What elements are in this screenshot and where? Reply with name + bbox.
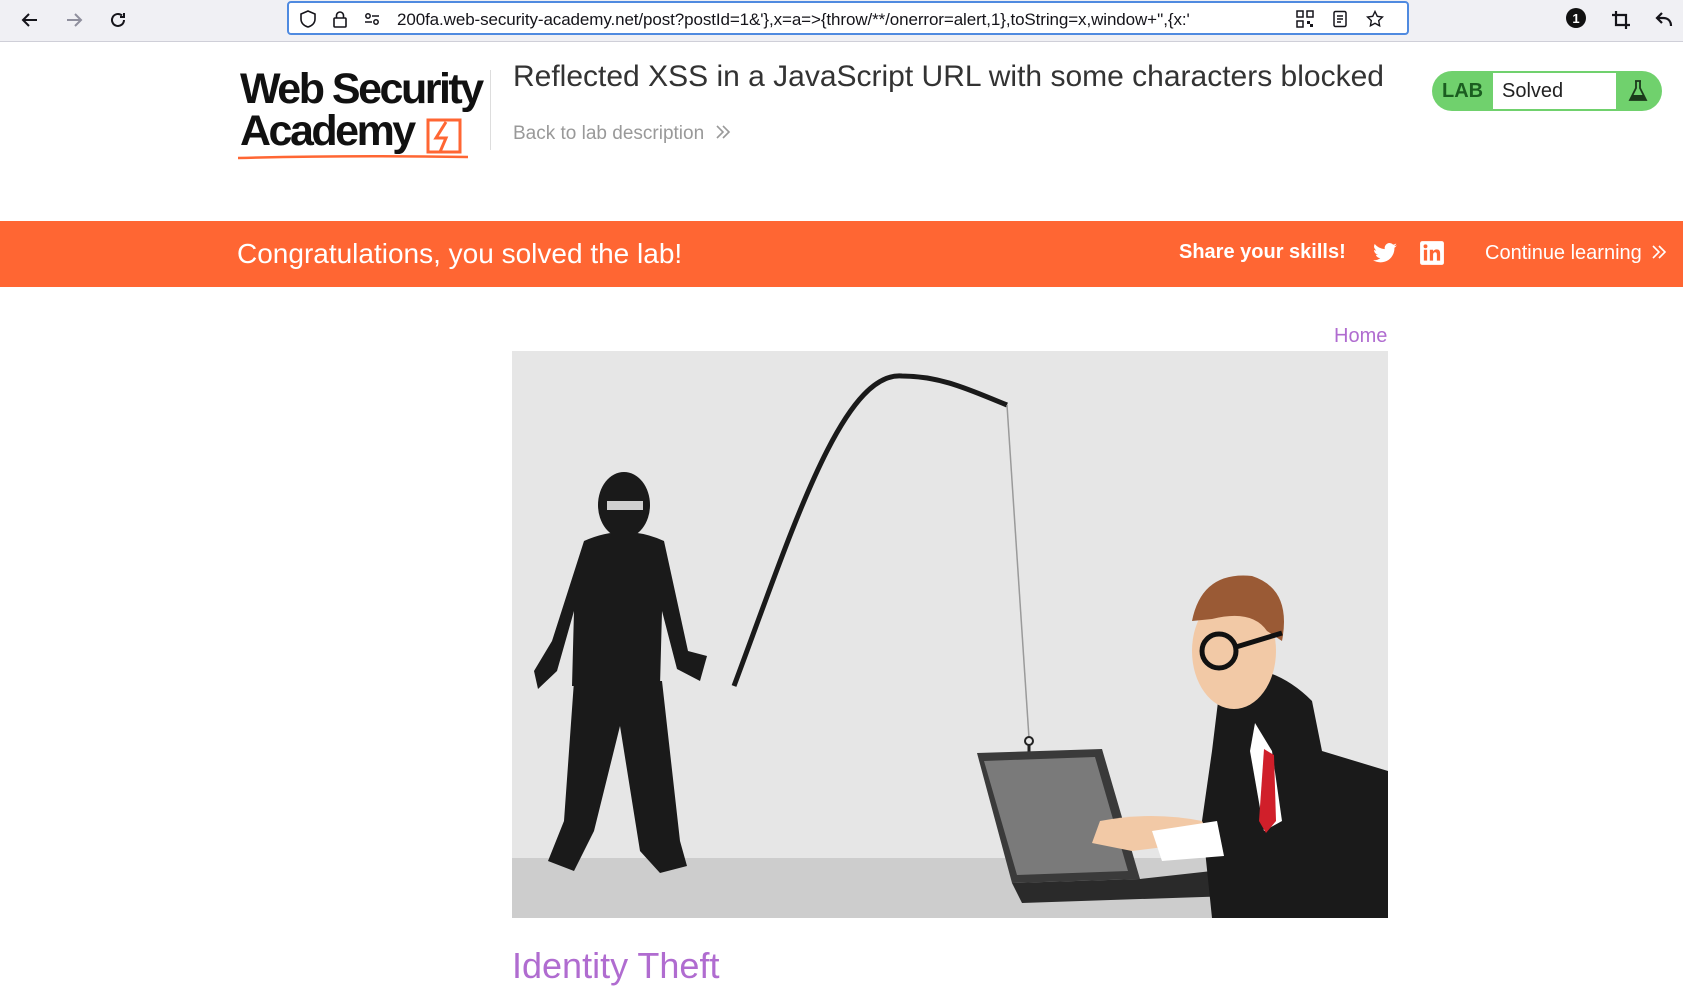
reader-view-icon[interactable] bbox=[1331, 10, 1349, 28]
linkedin-icon[interactable] bbox=[1419, 240, 1445, 266]
phishing-illustration bbox=[512, 351, 1388, 918]
arrow-right-icon bbox=[67, 13, 83, 27]
status-box: Solved bbox=[1493, 73, 1616, 109]
lab-title: Reflected XSS in a JavaScript URL with s… bbox=[513, 60, 1384, 93]
back-button[interactable] bbox=[14, 4, 46, 36]
undo-arrow-icon bbox=[1655, 12, 1673, 27]
back-to-lab-description-link[interactable]: Back to lab description bbox=[513, 123, 731, 145]
forward-button[interactable] bbox=[58, 4, 90, 36]
extension-badge-icon[interactable]: 1 bbox=[1566, 8, 1586, 28]
lock-icon[interactable] bbox=[331, 10, 349, 28]
solved-banner: Congratulations, you solved the lab! Sha… bbox=[0, 221, 1683, 287]
continue-learning-label: Continue learning bbox=[1485, 242, 1642, 264]
reload-button[interactable] bbox=[102, 4, 134, 36]
lab-tag: LAB bbox=[1442, 80, 1484, 102]
url-text[interactable]: 200fa.web-security-academy.net/post?post… bbox=[397, 10, 1190, 30]
qr-code-icon[interactable] bbox=[1296, 10, 1314, 28]
screenshot-button[interactable] bbox=[1605, 4, 1637, 36]
twitter-icon[interactable] bbox=[1372, 240, 1398, 266]
status-badge: Solved bbox=[1502, 80, 1564, 102]
bookmark-star-icon[interactable] bbox=[1366, 10, 1384, 28]
logo-underline bbox=[238, 154, 468, 160]
crop-icon bbox=[1612, 11, 1630, 29]
address-bar[interactable]: 200fa.web-security-academy.net/post?post… bbox=[287, 1, 1409, 35]
double-chevron-right-icon bbox=[1652, 245, 1667, 259]
back-link-label: Back to lab description bbox=[513, 123, 705, 144]
congratulations-message: Congratulations, you solved the lab! bbox=[237, 238, 683, 269]
double-chevron-right-icon bbox=[716, 125, 731, 139]
reload-icon bbox=[111, 12, 125, 27]
logo-bolt-icon bbox=[426, 118, 462, 154]
flask-icon bbox=[1628, 80, 1648, 101]
post-image bbox=[512, 351, 1388, 918]
header-divider bbox=[490, 70, 491, 150]
continue-learning-link[interactable]: Continue learning bbox=[1485, 242, 1667, 265]
logo-text-line2: Academy bbox=[240, 107, 416, 155]
home-link[interactable]: Home bbox=[1334, 325, 1387, 348]
undo-close-tab-button[interactable] bbox=[1648, 4, 1680, 36]
post-title: Identity Theft bbox=[512, 945, 720, 986]
lab-status-widget: LAB Solved bbox=[1432, 71, 1662, 111]
browser-toolbar: 200fa.web-security-academy.net/post?post… bbox=[0, 0, 1683, 42]
web-security-academy-logo[interactable]: Web Security Academy bbox=[238, 66, 493, 162]
shield-icon[interactable] bbox=[299, 10, 317, 28]
share-skills-label: Share your skills! bbox=[1179, 241, 1346, 263]
arrow-left-icon bbox=[21, 13, 37, 27]
logo-text-line1: Web Security bbox=[240, 65, 484, 113]
site-permissions-icon[interactable] bbox=[363, 10, 381, 28]
